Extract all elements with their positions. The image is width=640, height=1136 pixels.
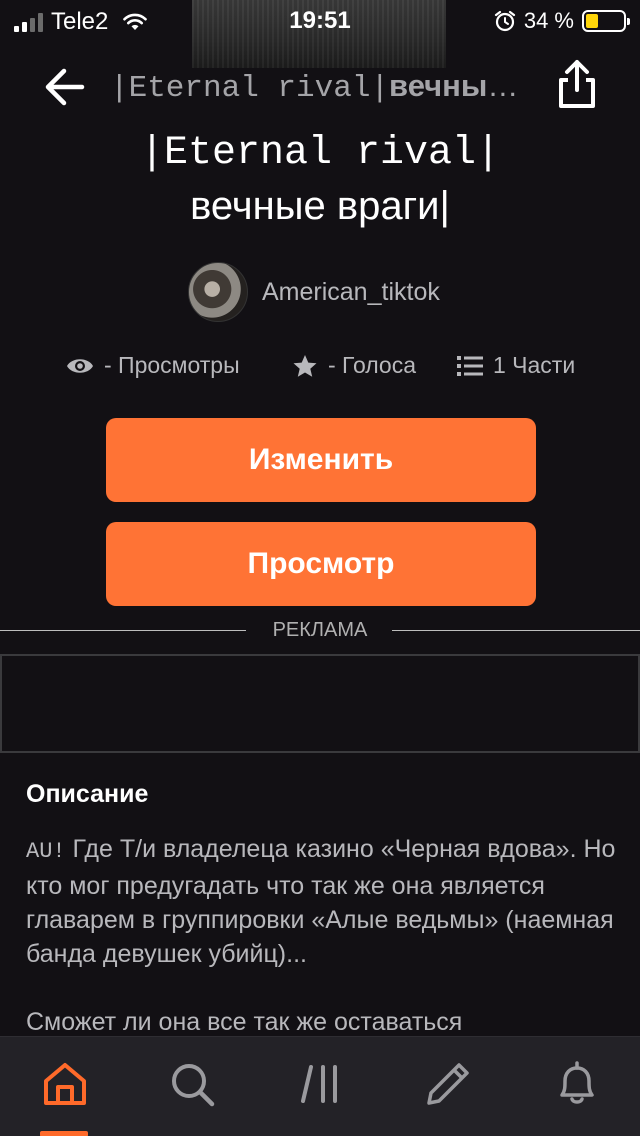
ad-label: РЕКЛАМА xyxy=(272,619,368,641)
description-p1-text: Где Т/и владелеца казино «Черная вдова».… xyxy=(26,835,616,968)
story-stats: - Просмотры - Голоса 1 Части xyxy=(0,352,640,388)
list-icon xyxy=(457,355,483,376)
status-bar: Tele2 19:51 34 % xyxy=(0,0,640,40)
star-icon xyxy=(293,354,317,377)
eye-icon xyxy=(67,358,93,373)
story-title-line2: вечные враги| xyxy=(190,184,450,228)
share-icon[interactable] xyxy=(552,58,602,112)
nav-title: |Eternal rival|вечные… xyxy=(110,68,530,106)
description-au-tag: AU! xyxy=(26,839,66,864)
write-icon[interactable] xyxy=(423,1059,473,1109)
description-text: AU! Где Т/и владелеца казино «Черная вдо… xyxy=(26,832,626,1039)
stat-parts-label: 1 Части xyxy=(493,352,576,378)
ad-slot[interactable] xyxy=(0,654,640,753)
arrow-left-icon[interactable] xyxy=(40,62,90,112)
story-title: |Eternal rival| вечные враги| xyxy=(0,128,640,232)
description-heading: Описание xyxy=(26,780,149,808)
stat-views-label: - Просмотры xyxy=(104,352,240,378)
stat-votes: - Голоса xyxy=(292,352,416,379)
avatar[interactable] xyxy=(188,262,248,322)
edit-button[interactable]: Изменить xyxy=(106,418,536,502)
active-tab-indicator xyxy=(40,1131,88,1136)
battery-percent: 34 % xyxy=(523,8,574,33)
stat-views: - Просмотры xyxy=(66,352,240,379)
bottom-tab-bar xyxy=(0,1036,640,1136)
library-icon[interactable] xyxy=(297,1059,347,1109)
story-title-line1: |Eternal rival| xyxy=(139,131,501,176)
nav-title-mono: |Eternal rival| xyxy=(110,71,390,106)
stat-votes-label: - Голоса xyxy=(328,352,417,378)
author-name[interactable]: American_tiktok xyxy=(262,278,440,307)
notifications-icon[interactable] xyxy=(552,1059,602,1109)
ad-divider: РЕКЛАМА xyxy=(0,618,640,642)
alarm-icon xyxy=(494,10,515,32)
view-button[interactable]: Просмотр xyxy=(106,522,536,606)
battery-icon xyxy=(582,10,630,32)
description-paragraph-1: AU! Где Т/и владелеца казино «Черная вдо… xyxy=(26,832,626,971)
description-paragraph-2: Сможет ли она все так же оставаться xyxy=(26,1008,463,1036)
home-icon[interactable] xyxy=(40,1059,90,1109)
stat-parts: 1 Части xyxy=(457,352,575,379)
search-icon[interactable] xyxy=(167,1059,217,1109)
top-navigation: |Eternal rival|вечные… xyxy=(0,58,640,118)
author-row[interactable]: American_tiktok xyxy=(188,262,440,322)
nav-title-bold: вечные… xyxy=(389,68,530,103)
